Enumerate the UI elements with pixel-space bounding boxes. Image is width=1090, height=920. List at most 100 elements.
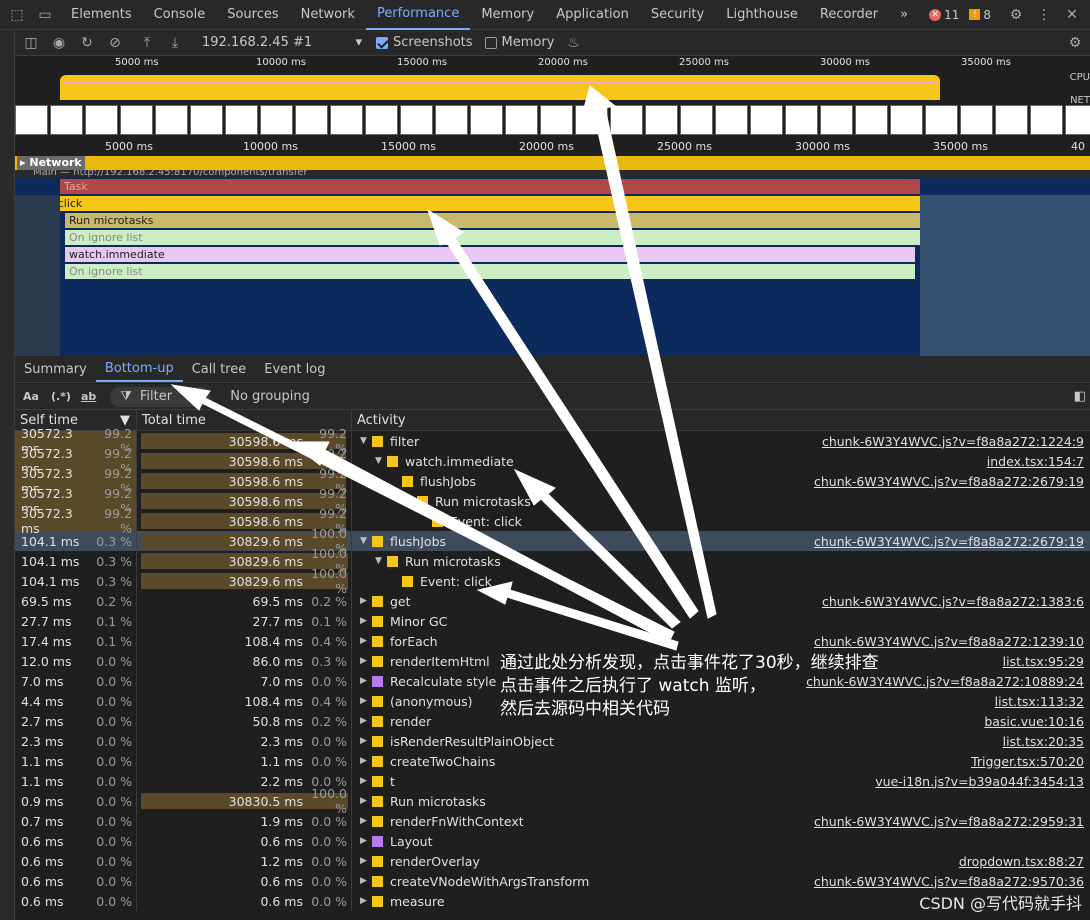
expand-right-icon[interactable]: ▶	[360, 736, 372, 746]
screenshot-thumbnail[interactable]	[120, 105, 153, 135]
screenshot-thumbnail[interactable]	[295, 105, 328, 135]
tab-network[interactable]: Network	[290, 0, 366, 30]
source-link[interactable]: dropdown.tsx:88:27	[959, 854, 1084, 869]
table-row[interactable]: 104.1 ms 0.3 % 30829.6 ms 100.0 % ▼ flushJobs…	[15, 526, 1090, 556]
source-link[interactable]: chunk-6W3Y4WVC.js?v=f8a8a272:1224:9	[822, 434, 1084, 449]
screenshot-thumbnail[interactable]	[260, 105, 293, 135]
screenshot-thumbnail[interactable]	[1030, 105, 1063, 135]
table-row[interactable]: 30572.3 ms 99.2 % 30598.6 ms 99.2 % ▼ filter c…	[15, 426, 1090, 456]
source-link[interactable]: list.tsx:95:29	[1003, 654, 1084, 669]
source-link[interactable]: index.tsx:154:7	[987, 454, 1084, 469]
expand-down-icon[interactable]: ▼	[360, 536, 372, 546]
table-row[interactable]: 0.7 ms 0.0 % 1.9 ms 0.0 % ▶ renderFnWithConte…	[15, 811, 1090, 831]
screenshot-thumbnail[interactable]	[540, 105, 573, 135]
screenshot-thumbnail[interactable]	[365, 105, 398, 135]
expand-right-icon[interactable]: ▶	[360, 776, 372, 786]
tab-console[interactable]: Console	[143, 0, 217, 30]
expand-right-icon[interactable]: ▶	[360, 616, 372, 626]
record-icon[interactable]: ◉	[48, 32, 70, 54]
filter-input[interactable]: ⧩ Filter	[110, 386, 211, 407]
expand-down-icon[interactable]: ▼	[405, 496, 417, 506]
flame-event[interactable]: watch.immediate	[65, 247, 915, 262]
screenshot-thumbnail[interactable]	[750, 105, 783, 135]
screenshot-thumbnail[interactable]	[785, 105, 818, 135]
screenshot-thumbnail[interactable]	[1065, 105, 1090, 135]
source-link[interactable]: chunk-6W3Y4WVC.js?v=f8a8a272:2959:31	[814, 814, 1084, 829]
table-row[interactable]: 2.3 ms 0.0 % 2.3 ms 0.0 % ▶ isRenderResultPla…	[15, 731, 1090, 751]
expand-right-icon[interactable]: ▶	[360, 716, 372, 726]
table-row[interactable]: 1.1 ms 0.0 % 2.2 ms 0.0 % ▶ t vue-i18n.js?v=b3…	[15, 771, 1090, 791]
activity-header[interactable]: Activity	[352, 410, 1090, 430]
table-row[interactable]: 0.9 ms 0.0 % 30830.5 ms 100.0 % ▶ Run microta…	[15, 786, 1090, 816]
screenshot-thumbnail[interactable]	[190, 105, 223, 135]
table-row[interactable]: 30572.3 ms 99.2 % 30598.6 ms 99.2 % ▼ watch.i…	[15, 446, 1090, 476]
table-row[interactable]: 17.4 ms 0.1 % 108.4 ms 0.4 % ▶ forEach chunk-6…	[15, 631, 1090, 651]
tab-sources[interactable]: Sources	[216, 0, 289, 30]
screenshot-thumbnail[interactable]	[435, 105, 468, 135]
flame-event[interactable]: Run microtasks	[65, 213, 920, 228]
screenshots-checkbox-box[interactable]	[376, 36, 388, 49]
expand-down-icon[interactable]: ▼	[375, 556, 387, 566]
expand-right-icon[interactable]: ▶	[360, 896, 372, 906]
expand-right-icon[interactable]: ▶	[360, 636, 372, 646]
reload-record-icon[interactable]: ↻	[76, 32, 98, 54]
screenshot-filmstrip[interactable]	[15, 105, 1090, 138]
warnings-badge[interactable]: ! 8	[969, 8, 991, 22]
garbage-collect-icon[interactable]: ♨	[562, 32, 584, 54]
expand-down-icon[interactable]: ▼	[375, 456, 387, 466]
table-row[interactable]: 1.1 ms 0.0 % 1.1 ms 0.0 % ▶ createTwoChains Tr…	[15, 751, 1090, 771]
expand-right-icon[interactable]: ▶	[360, 596, 372, 606]
match-case-button[interactable]: Aa	[23, 390, 39, 403]
tab-performance[interactable]: Performance	[365, 0, 471, 30]
flame-event[interactable]: Event: click	[15, 196, 920, 211]
whole-word-button[interactable]: ab	[81, 390, 96, 403]
table-row[interactable]: 30572.3 ms 99.2 % 30598.6 ms 99.2 % ▼ Run mic…	[15, 486, 1090, 516]
screenshot-thumbnail[interactable]	[715, 105, 748, 135]
screenshot-thumbnail[interactable]	[680, 105, 713, 135]
screenshot-thumbnail[interactable]	[155, 105, 188, 135]
tab-memory[interactable]: Memory	[470, 0, 545, 30]
source-link[interactable]: chunk-6W3Y4WVC.js?v=f8a8a272:1383:6	[822, 594, 1084, 609]
expand-right-icon[interactable]: ▶	[360, 816, 372, 826]
source-link[interactable]: list.tsx:113:32	[995, 694, 1084, 709]
upload-icon[interactable]: ⤒	[136, 32, 158, 54]
table-row[interactable]: 30572.3 ms 99.2 % 30598.6 ms 99.2 % flushJob…	[15, 466, 1090, 496]
target-select[interactable]: 192.168.2.45 #1 ▾	[202, 35, 362, 50]
kebab-menu-icon[interactable]: ⋮	[1033, 4, 1055, 26]
flame-event[interactable]: On ignore list	[65, 264, 915, 279]
details-tab-event-log[interactable]: Event log	[255, 356, 334, 382]
details-tab-call-tree[interactable]: Call tree	[183, 356, 256, 382]
tab-recorder[interactable]: Recorder	[809, 0, 889, 30]
screenshot-thumbnail[interactable]	[855, 105, 888, 135]
details-tab-summary[interactable]: Summary	[15, 356, 96, 382]
table-row[interactable]: 0.6 ms 0.0 % 0.6 ms 0.0 % ▶ createVNodeWithAr…	[15, 871, 1090, 891]
clear-icon[interactable]: ⊘	[104, 32, 126, 54]
screenshot-thumbnail[interactable]	[330, 105, 363, 135]
expand-right-icon[interactable]: ▶	[360, 876, 372, 886]
screenshot-thumbnail[interactable]	[470, 105, 503, 135]
screenshot-thumbnail[interactable]	[645, 105, 678, 135]
source-link[interactable]: Trigger.tsx:570:20	[971, 754, 1084, 769]
screenshot-thumbnail[interactable]	[85, 105, 118, 135]
expand-down-icon[interactable]: ▼	[360, 436, 372, 446]
expand-right-icon[interactable]: ▶	[360, 756, 372, 766]
table-row[interactable]: 30572.3 ms 99.2 % 30598.6 ms 99.2 % Event: c…	[15, 506, 1090, 536]
table-row[interactable]: 27.7 ms 0.1 % 27.7 ms 0.1 % ▶ Minor GC	[15, 611, 1090, 631]
expand-right-icon[interactable]: ▶	[360, 856, 372, 866]
source-link[interactable]: chunk-6W3Y4WVC.js?v=f8a8a272:2679:19	[814, 474, 1084, 489]
download-icon[interactable]: ⤓	[164, 32, 186, 54]
source-link[interactable]: chunk-6W3Y4WVC.js?v=f8a8a272:2679:19	[814, 534, 1084, 549]
source-link[interactable]: vue-i18n.js?v=b39a044f:3454:13	[875, 774, 1084, 789]
expand-right-icon[interactable]: ▶	[360, 656, 372, 666]
toggle-sidebar-icon[interactable]: ◧	[1074, 389, 1086, 404]
expand-right-icon[interactable]: ▶	[360, 696, 372, 706]
device-toolbar-icon[interactable]: ▭	[34, 4, 56, 26]
gear-icon[interactable]: ⚙	[1005, 4, 1027, 26]
expand-right-icon[interactable]: ▶	[360, 676, 372, 686]
source-link[interactable]: list.tsx:20:35	[1003, 734, 1084, 749]
selection-range[interactable]	[63, 81, 937, 84]
source-link[interactable]: chunk-6W3Y4WVC.js?v=f8a8a272:1239:10	[814, 634, 1084, 649]
table-row[interactable]: 0.6 ms 0.0 % 1.2 ms 0.0 % ▶ renderOverlay drop…	[15, 851, 1090, 871]
flame-event[interactable]: Task	[60, 179, 920, 194]
memory-checkbox-box[interactable]	[484, 36, 497, 49]
